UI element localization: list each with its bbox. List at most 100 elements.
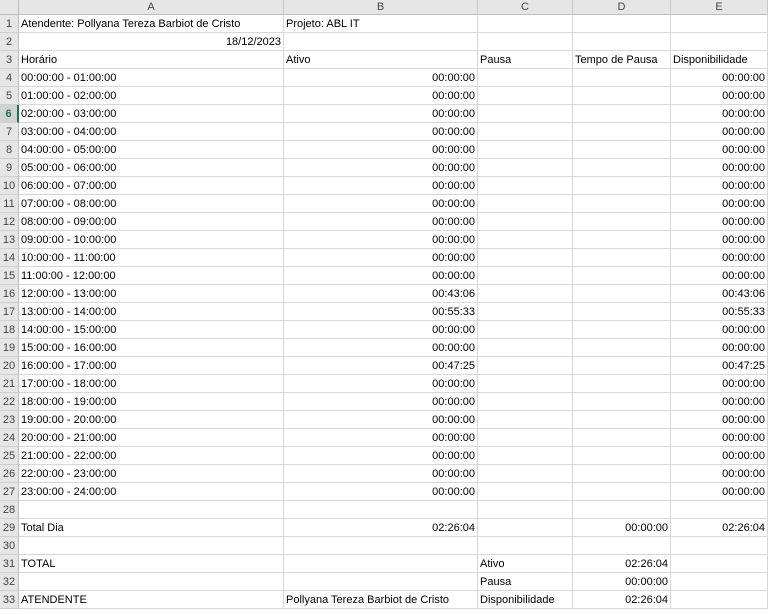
cell-e[interactable]: 00:55:33 [671,303,768,321]
cell-d[interactable] [573,357,671,375]
cell-c[interactable] [478,231,573,249]
cell-e[interactable] [671,501,768,519]
row-header[interactable]: 2 [0,33,19,51]
cell-d[interactable]: 02:26:04 [573,591,671,609]
cell-e[interactable]: 00:00:00 [671,177,768,195]
cell-e[interactable]: 00:00:00 [671,159,768,177]
cell-a[interactable]: 17:00:00 - 18:00:00 [19,375,284,393]
cell-c[interactable]: Ativo [478,555,573,573]
cell-a[interactable]: 19:00:00 - 20:00:00 [19,411,284,429]
cell-d[interactable] [573,267,671,285]
cell-d[interactable] [573,87,671,105]
cell-b[interactable]: 00:00:00 [284,393,478,411]
cell-e[interactable]: 00:00:00 [671,393,768,411]
cell-d[interactable] [573,465,671,483]
cell-d[interactable] [573,195,671,213]
cell-a[interactable]: 21:00:00 - 22:00:00 [19,447,284,465]
row-header[interactable]: 19 [0,339,19,357]
cell-c[interactable]: Pausa [478,51,573,69]
cell-c[interactable] [478,105,573,123]
cell-b[interactable]: 00:00:00 [284,483,478,501]
cell-b[interactable]: 00:00:00 [284,213,478,231]
row-header[interactable]: 15 [0,267,19,285]
cell-a[interactable]: 10:00:00 - 11:00:00 [19,249,284,267]
row-header[interactable]: 22 [0,393,19,411]
cell-b[interactable]: 00:00:00 [284,105,478,123]
cell-d[interactable] [573,213,671,231]
cell-d[interactable] [573,483,671,501]
cell-e[interactable]: 00:00:00 [671,267,768,285]
cell-b[interactable]: 00:00:00 [284,195,478,213]
cell-d[interactable] [573,231,671,249]
cell-d[interactable] [573,447,671,465]
cell-a[interactable]: 12:00:00 - 13:00:00 [19,285,284,303]
cell-a[interactable]: 20:00:00 - 21:00:00 [19,429,284,447]
cell-c[interactable] [478,339,573,357]
row-header[interactable]: 28 [0,501,19,519]
row-header[interactable]: 5 [0,87,19,105]
row-header[interactable]: 25 [0,447,19,465]
row-header[interactable]: 20 [0,357,19,375]
cell-c[interactable] [478,177,573,195]
cell-a[interactable]: ATENDENTE [19,591,284,609]
cell-a[interactable]: 06:00:00 - 07:00:00 [19,177,284,195]
cell-a[interactable]: 09:00:00 - 10:00:00 [19,231,284,249]
cell-b[interactable] [284,33,478,51]
row-header[interactable]: 11 [0,195,19,213]
cell-a[interactable]: 03:00:00 - 04:00:00 [19,123,284,141]
select-all-corner[interactable] [0,0,19,15]
cell-a[interactable]: 02:00:00 - 03:00:00 [19,105,284,123]
cell-c[interactable] [478,519,573,537]
cell-b[interactable]: 00:00:00 [284,177,478,195]
cell-b[interactable]: 00:00:00 [284,231,478,249]
cell-a[interactable]: 18:00:00 - 19:00:00 [19,393,284,411]
row-header[interactable]: 13 [0,231,19,249]
column-header-d[interactable]: D [573,0,671,15]
column-header-b[interactable]: B [284,0,478,15]
cell-e[interactable]: 00:47:25 [671,357,768,375]
cell-a[interactable]: 01:00:00 - 02:00:00 [19,87,284,105]
cell-d[interactable] [573,501,671,519]
row-header[interactable]: 29 [0,519,19,537]
cell-c[interactable] [478,429,573,447]
cell-b[interactable] [284,555,478,573]
cell-b[interactable]: 00:00:00 [284,69,478,87]
cell-c[interactable] [478,483,573,501]
row-header[interactable]: 3 [0,51,19,69]
cell-c[interactable]: Pausa [478,573,573,591]
row-header[interactable]: 10 [0,177,19,195]
cell-a[interactable] [19,573,284,591]
cell-b[interactable]: 00:43:06 [284,285,478,303]
cell-e[interactable]: 00:00:00 [671,375,768,393]
cell-b[interactable]: 00:00:00 [284,87,478,105]
cell-c[interactable] [478,465,573,483]
cell-e[interactable] [671,33,768,51]
cell-d[interactable] [573,249,671,267]
cell-d[interactable] [573,537,671,555]
cell-a[interactable]: Total Dia [19,519,284,537]
cell-e[interactable]: 00:00:00 [671,213,768,231]
row-header[interactable]: 26 [0,465,19,483]
row-header[interactable]: 31 [0,555,19,573]
cell-c[interactable] [478,195,573,213]
cell-c[interactable] [478,69,573,87]
row-header[interactable]: 32 [0,573,19,591]
row-header[interactable]: 16 [0,285,19,303]
cell-e[interactable]: 00:00:00 [671,195,768,213]
cell-b[interactable] [284,501,478,519]
cell-d[interactable] [573,429,671,447]
cell-c[interactable] [478,447,573,465]
cell-a[interactable]: 18/12/2023 [19,33,284,51]
column-header-c[interactable]: C [478,0,573,15]
cell-d[interactable] [573,411,671,429]
cell-c[interactable]: Disponibilidade [478,591,573,609]
cell-b[interactable]: 00:00:00 [284,375,478,393]
row-header[interactable]: 24 [0,429,19,447]
cell-e[interactable]: 00:00:00 [671,429,768,447]
column-header-a[interactable]: A [19,0,284,15]
cell-d[interactable]: 00:00:00 [573,573,671,591]
cell-e[interactable] [671,537,768,555]
cell-e[interactable]: 00:00:00 [671,231,768,249]
row-header[interactable]: 23 [0,411,19,429]
cell-d[interactable]: 02:26:04 [573,555,671,573]
